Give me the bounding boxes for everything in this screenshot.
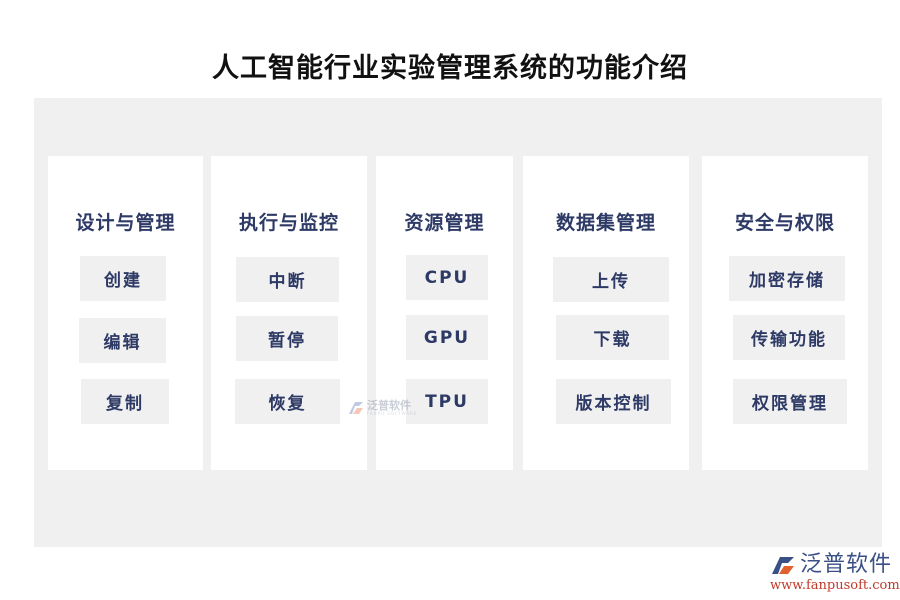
item-tpu: TPU (406, 379, 488, 424)
card-title: 执行与监控 (238, 212, 339, 234)
item-gpu: GPU (406, 315, 488, 360)
item-interrupt: 中断 (236, 257, 339, 302)
brand-url: www.fanpusoft.com (770, 578, 900, 593)
item-transfer-function: 传输功能 (733, 315, 845, 360)
diagram-title: 人工智能行业实验管理系统的功能介绍 (212, 53, 688, 84)
watermark-sub: FANPU SOFTWARE (367, 411, 418, 416)
watermark-name: 泛普软件 (367, 399, 411, 412)
card-title: 资源管理 (404, 212, 485, 234)
brand-name: 泛普软件 (800, 552, 893, 577)
card-title: 数据集管理 (555, 212, 656, 234)
item-encrypted-storage: 加密存储 (729, 256, 845, 301)
card-title: 设计与管理 (75, 212, 176, 234)
item-copy: 复制 (81, 379, 169, 424)
item-cpu: CPU (406, 255, 488, 300)
item-upload: 上传 (553, 257, 669, 302)
card-title: 安全与权限 (734, 212, 835, 234)
card-design-management: 设计与管理 创建 编辑 复制 (48, 156, 203, 470)
brand-logo: 泛普软件 (770, 553, 892, 577)
card-security-permissions: 安全与权限 加密存储 传输功能 权限管理 (702, 156, 868, 470)
item-permission-management: 权限管理 (733, 379, 847, 424)
item-create: 创建 (80, 256, 166, 301)
item-pause: 暂停 (236, 316, 338, 361)
fanpu-logo-icon (772, 557, 794, 574)
item-version-control: 版本控制 (556, 379, 671, 424)
item-download: 下载 (556, 315, 669, 360)
fanpu-logo-icon (349, 402, 363, 414)
card-execution-monitoring: 执行与监控 中断 暂停 恢复 (211, 156, 367, 470)
item-resume: 恢复 (235, 379, 340, 424)
card-resource-management: 资源管理 CPU GPU TPU (376, 156, 513, 470)
card-dataset-management: 数据集管理 上传 下载 版本控制 (523, 156, 689, 470)
watermark: 泛普软件 FANPU SOFTWARE (347, 400, 417, 416)
item-edit: 编辑 (79, 318, 166, 363)
